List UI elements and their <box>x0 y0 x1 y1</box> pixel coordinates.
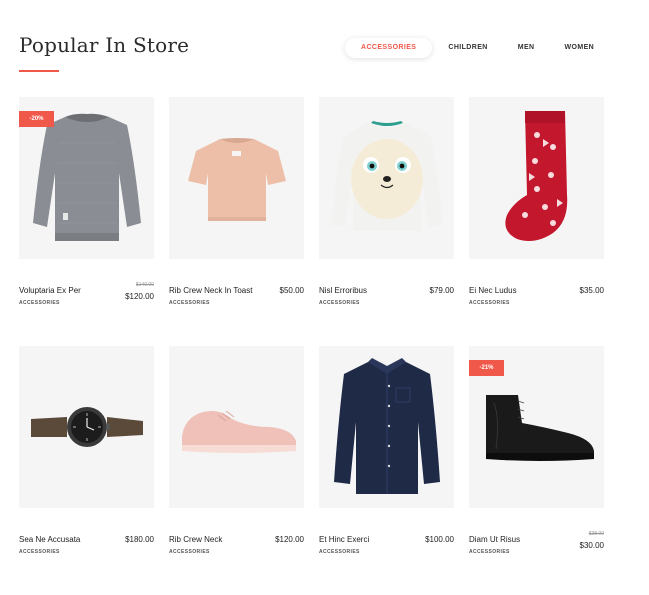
product-card[interactable]: Rib Crew Neck In Toast ACCESSORIES $50.0… <box>169 97 304 326</box>
product-category[interactable]: ACCESSORIES <box>19 549 60 555</box>
product-category[interactable]: ACCESSORIES <box>169 300 210 306</box>
product-image[interactable] <box>169 97 304 259</box>
title-underline <box>19 70 59 72</box>
product-category[interactable]: ACCESSORIES <box>319 549 360 555</box>
product-price: $180.00 <box>125 535 154 544</box>
tab-accessories[interactable]: ACCESSORIES <box>345 38 433 58</box>
product-image[interactable] <box>469 97 604 259</box>
tab-men[interactable]: MEN <box>504 38 549 58</box>
discount-badge: -20% <box>19 111 54 127</box>
product-category[interactable]: ACCESSORIES <box>319 300 360 306</box>
product-card[interactable]: Nisl Erroribus ACCESSORIES $79.00 <box>319 97 454 326</box>
pink-tshirt-icon <box>187 138 286 221</box>
pink-sneaker-icon <box>181 410 296 453</box>
navy-shirt-icon <box>333 358 440 494</box>
product-image[interactable] <box>19 346 154 508</box>
sheep-sweater-icon <box>330 121 443 231</box>
product-price: $50.00 <box>279 286 304 295</box>
product-price: $35.00 <box>579 286 604 295</box>
product-category[interactable]: ACCESSORIES <box>169 549 210 555</box>
product-name[interactable]: Diam Ut Risus <box>469 535 520 544</box>
wrist-watch-icon <box>30 407 143 447</box>
product-card[interactable]: -21% Diam Ut Risus ACCESSORIES $38.00 $3… <box>469 346 604 575</box>
category-tabs: ACCESSORIES CHILDREN MEN WOMEN <box>345 38 608 58</box>
product-image[interactable] <box>319 346 454 508</box>
product-category[interactable]: ACCESSORIES <box>469 300 510 306</box>
product-card[interactable]: Rib Crew Neck ACCESSORIES $120.00 <box>169 346 304 575</box>
product-card[interactable]: Sea Ne Accusata ACCESSORIES $180.00 <box>19 346 154 575</box>
product-price: $120.00 <box>125 292 154 301</box>
discount-badge: -21% <box>469 360 504 376</box>
product-image[interactable] <box>169 346 304 508</box>
tab-children[interactable]: CHILDREN <box>434 38 501 58</box>
product-price: $120.00 <box>275 535 304 544</box>
product-price: $79.00 <box>429 286 454 295</box>
product-card[interactable]: Et Hinc Exerci ACCESSORIES $100.00 <box>319 346 454 575</box>
product-card[interactable]: Ei Nec Ludus ACCESSORIES $35.00 <box>469 97 604 326</box>
product-name[interactable]: Ei Nec Ludus <box>469 286 517 295</box>
black-boot-icon <box>485 395 594 461</box>
product-name[interactable]: Voluptaria Ex Per <box>19 286 81 295</box>
product-price: $30.00 <box>579 541 604 550</box>
tab-women[interactable]: WOMEN <box>551 38 609 58</box>
product-category[interactable]: ACCESSORIES <box>469 549 510 555</box>
product-image[interactable]: -20% <box>19 97 154 259</box>
red-sock-icon <box>504 111 567 241</box>
product-price: $100.00 <box>425 535 454 544</box>
product-name[interactable]: Nisl Erroribus <box>319 286 367 295</box>
product-card[interactable]: -20% Voluptaria Ex Per ACCESSORIES $140.… <box>19 97 154 326</box>
product-category[interactable]: ACCESSORIES <box>19 300 60 306</box>
product-image[interactable] <box>319 97 454 259</box>
old-price: $38.00 <box>588 531 604 537</box>
section-title: Popular In Store <box>19 33 190 57</box>
old-price: $140.00 <box>135 282 154 288</box>
product-image[interactable]: -21% <box>469 346 604 508</box>
product-name[interactable]: Et Hinc Exerci <box>319 535 369 544</box>
product-name[interactable]: Rib Crew Neck <box>169 535 222 544</box>
product-name[interactable]: Rib Crew Neck In Toast <box>169 286 252 295</box>
product-name[interactable]: Sea Ne Accusata <box>19 535 80 544</box>
